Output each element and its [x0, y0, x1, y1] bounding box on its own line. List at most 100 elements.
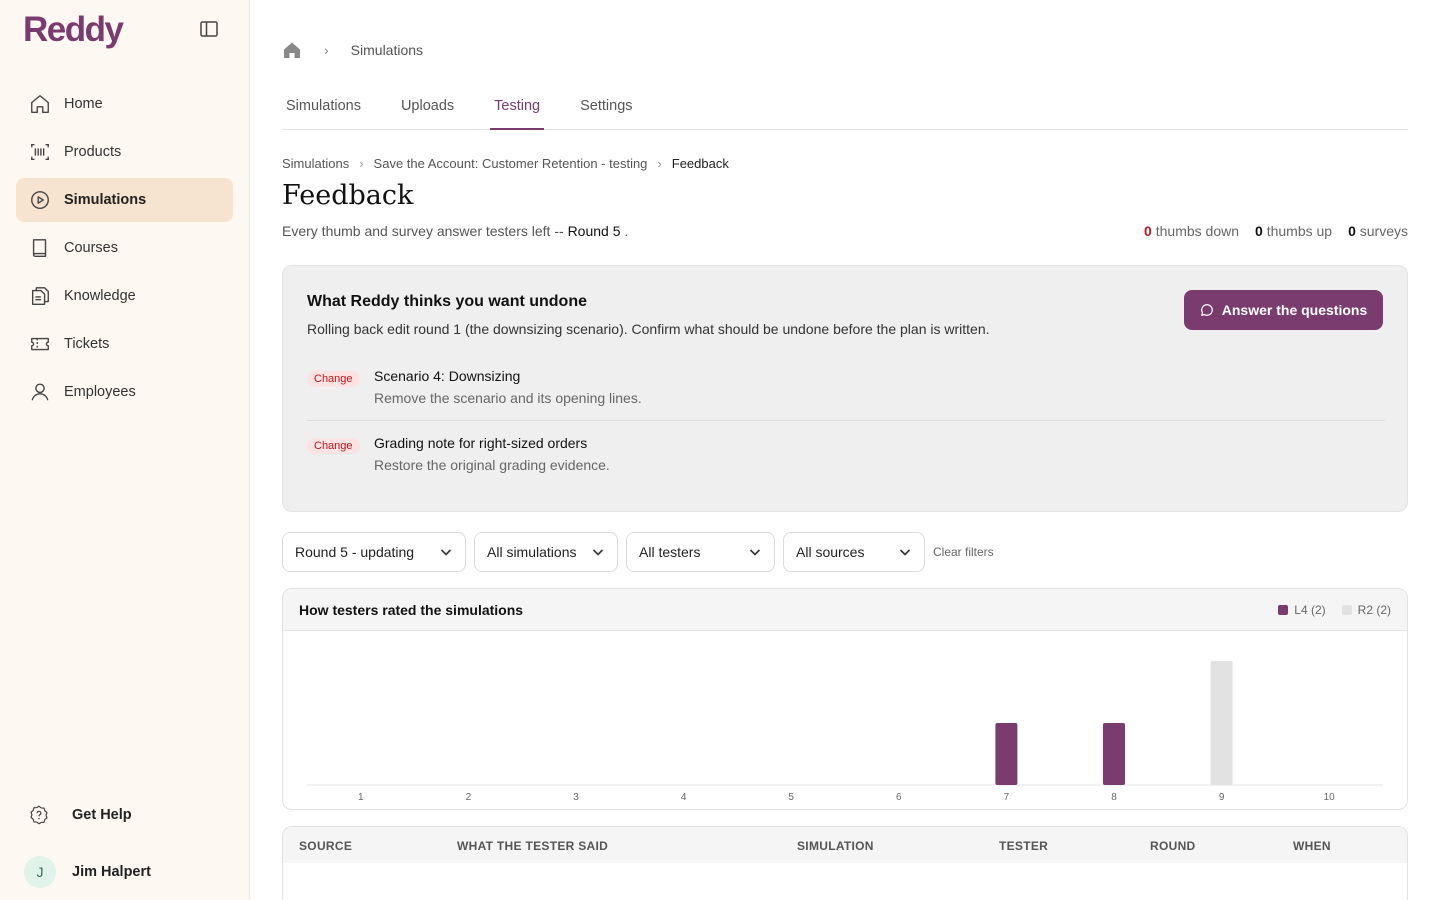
legend-label: R2 (2) [1357, 603, 1391, 617]
chart-header: How testers rated the simulations L4 (2)… [283, 589, 1407, 631]
sidebar-item-tickets[interactable]: Tickets [16, 322, 233, 366]
sidebar-item-products[interactable]: Products [16, 130, 233, 174]
chevron-right-icon: › [657, 156, 662, 171]
thumbs-down-count: 0 [1144, 223, 1152, 239]
change-item: Change Scenario 4: Downsizing Remove the… [307, 366, 1385, 421]
sidebar-item-home[interactable]: Home [16, 82, 233, 126]
undo-panel-description: Rolling back edit round 1 (the downsizin… [307, 321, 990, 337]
simulation-filter-select[interactable]: All simulations [474, 532, 618, 572]
breadcrumb-simulation[interactable]: Save the Account: Customer Retention - t… [374, 156, 648, 171]
ratings-chart-card: How testers rated the simulations L4 (2)… [282, 588, 1408, 810]
undo-summary-panel: What Reddy thinks you want undone Rollin… [282, 265, 1408, 512]
tester-filter-select[interactable]: All testers [626, 532, 775, 572]
ticket-icon [28, 332, 52, 356]
breadcrumb: Simulations › Save the Account: Customer… [282, 156, 729, 171]
tab-bar: Simulations Uploads Testing Settings [282, 88, 1408, 130]
sidebar-item-label: Home [64, 96, 103, 112]
column-header-said[interactable]: WHAT THE TESTER SAID [457, 839, 608, 853]
tab-testing[interactable]: Testing [490, 88, 545, 130]
sidebar-item-employees[interactable]: Employees [16, 370, 233, 414]
breadcrumb-simulations[interactable]: Simulations [282, 156, 349, 171]
chevron-down-icon [749, 549, 761, 556]
chart-bar-r2-9[interactable] [1210, 661, 1233, 785]
home-icon[interactable] [282, 40, 302, 60]
page-subtitle: Every thumb and survey answer testers le… [282, 223, 628, 239]
chat-bubble-icon [1200, 304, 1213, 316]
feedback-stats: 0 thumbs down 0 thumbs up 0 surveys [1144, 223, 1408, 239]
sidebar-item-simulations[interactable]: Simulations [16, 178, 233, 222]
sidebar-item-label: Simulations [64, 192, 147, 208]
legend-swatch-r2 [1341, 605, 1352, 615]
column-header-round[interactable]: ROUND [1150, 839, 1196, 853]
play-circle-icon [28, 188, 52, 212]
change-badge: Change [307, 438, 360, 454]
sidebar-item-courses[interactable]: Courses [16, 226, 233, 270]
breadcrumb-current: Feedback [671, 156, 729, 171]
tab-simulations[interactable]: Simulations [282, 88, 365, 130]
column-header-source[interactable]: SOURCE [299, 839, 352, 853]
change-badge: Change [307, 371, 360, 387]
sidebar-item-knowledge[interactable]: Knowledge [16, 274, 233, 318]
tab-uploads[interactable]: Uploads [397, 88, 458, 130]
get-help-button[interactable]: Get Help [28, 804, 132, 826]
simulation-filter-value: All simulations [487, 544, 577, 560]
chart-bar-l4-8[interactable] [1103, 723, 1125, 785]
source-filter-select[interactable]: All sources [783, 532, 925, 572]
x-tick-label: 9 [1219, 792, 1225, 803]
book-icon [28, 236, 52, 260]
column-header-tester[interactable]: TESTER [999, 839, 1048, 853]
change-detail: Remove the scenario and its opening line… [374, 390, 642, 406]
legend-item[interactable]: R2 (2) [1341, 603, 1391, 617]
chevron-right-icon: › [359, 156, 364, 171]
answer-questions-label: Answer the questions [1221, 302, 1368, 318]
sidebar-item-label: Products [64, 144, 122, 160]
tab-settings[interactable]: Settings [576, 88, 636, 130]
subtitle-prefix: Every thumb and survey answer testers le… [282, 223, 568, 239]
column-header-when[interactable]: WHEN [1293, 839, 1331, 853]
change-title: Scenario 4: Downsizing [374, 368, 521, 384]
source-filter-value: All sources [796, 544, 865, 560]
home-icon [28, 92, 52, 116]
reddy-logo[interactable]: Reddy [23, 10, 124, 50]
sidebar-item-label: Tickets [64, 336, 110, 352]
sidebar: Reddy Home Products Simulations Courses … [0, 0, 250, 900]
help-icon [30, 805, 48, 825]
x-tick-label: 6 [896, 792, 902, 803]
round-filter-value: Round 5 - updating [295, 544, 415, 560]
surveys-stat: 0 surveys [1348, 223, 1408, 239]
chart-bar-l4-7[interactable] [995, 723, 1018, 785]
x-tick-label: 4 [681, 792, 687, 803]
feedback-table: SOURCE WHAT THE TESTER SAID SIMULATION T… [282, 826, 1408, 900]
top-breadcrumb-current: Simulations [350, 42, 424, 58]
documents-icon [28, 284, 52, 308]
sidebar-nav: Home Products Simulations Courses Knowle… [16, 82, 233, 418]
top-breadcrumb: › Simulations [282, 40, 423, 60]
user-menu[interactable]: J Jim Halpert [24, 856, 151, 888]
answer-questions-button[interactable]: Answer the questions [1184, 290, 1383, 330]
x-tick-label: 3 [573, 792, 579, 803]
sidebar-toggle-icon[interactable] [199, 19, 219, 39]
get-help-label: Get Help [72, 807, 132, 823]
thumbs-up-label: thumbs up [1262, 223, 1333, 239]
thumbs-down-label: thumbs down [1151, 223, 1240, 239]
chevron-down-icon [440, 549, 452, 556]
round-filter-select[interactable]: Round 5 - updating [282, 532, 466, 572]
legend-label: L4 (2) [1294, 603, 1326, 617]
change-title: Grading note for right-sized orders [374, 435, 588, 451]
clear-filters-link[interactable]: Clear filters [933, 545, 994, 559]
sidebar-item-label: Employees [64, 384, 136, 400]
column-header-simulation[interactable]: SIMULATION [797, 839, 874, 853]
sidebar-item-label: Courses [64, 240, 118, 256]
table-header-row: SOURCE WHAT THE TESTER SAID SIMULATION T… [283, 827, 1407, 863]
x-tick-label: 8 [1111, 792, 1117, 803]
thumbs-down-stat: 0 thumbs down [1144, 223, 1239, 239]
change-detail: Restore the original grading evidence. [374, 457, 610, 473]
subtitle-round: Round 5 [567, 223, 621, 239]
subtitle-suffix: . [620, 223, 629, 239]
thumbs-up-count: 0 [1255, 223, 1263, 239]
x-tick-label: 7 [1004, 792, 1010, 803]
sidebar-item-label: Knowledge [64, 288, 136, 304]
legend-item[interactable]: L4 (2) [1278, 603, 1326, 617]
undo-panel-title: What Reddy thinks you want undone [307, 293, 587, 310]
surveys-count: 0 [1348, 223, 1356, 239]
